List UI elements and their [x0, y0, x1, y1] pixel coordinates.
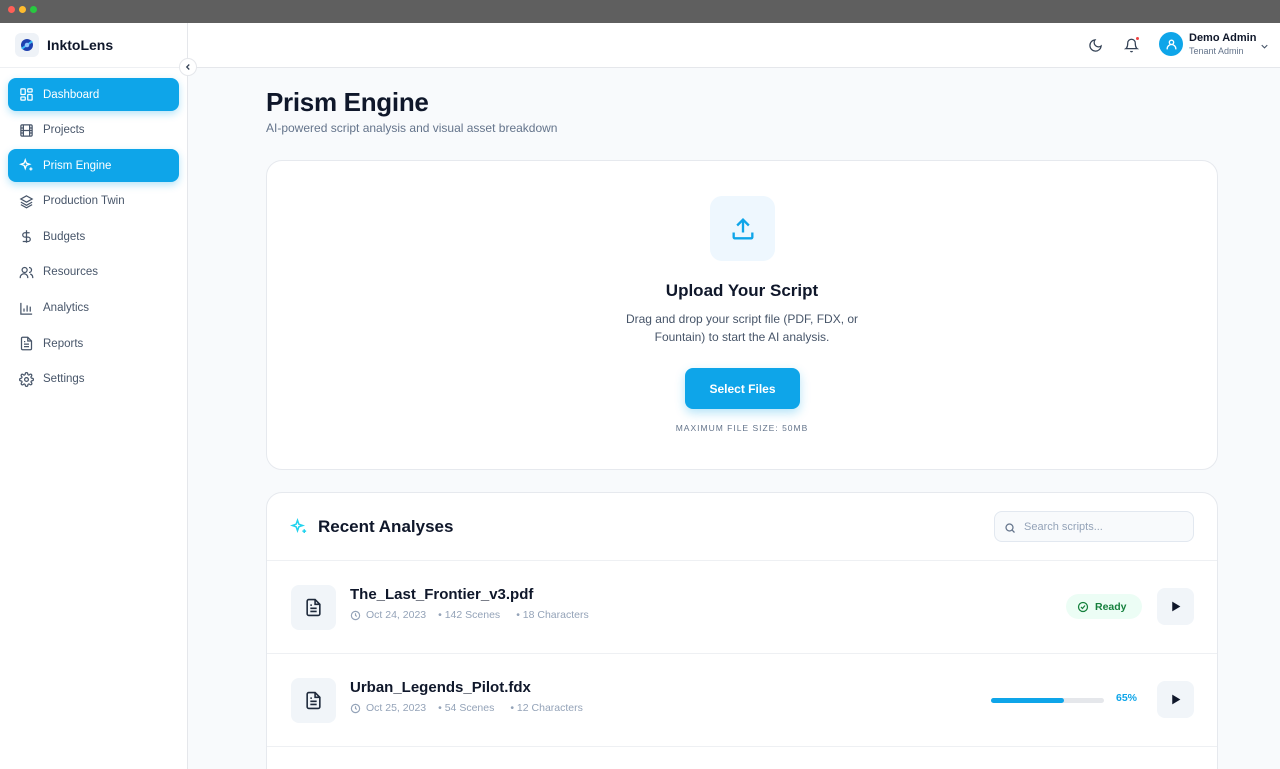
sparkles-icon: [19, 158, 33, 171]
window-minimize-button[interactable]: [19, 6, 26, 13]
sidebar-item-budgets[interactable]: Budgets: [8, 220, 179, 253]
sidebar-collapse-button[interactable]: [179, 58, 197, 76]
analysis-row[interactable]: Urban_Legends_Pilot.fdx Oct 25, 2023 • 5…: [267, 654, 1217, 747]
dollar-icon: [22, 230, 31, 244]
sidebar-item-label: Production Twin: [43, 195, 125, 208]
top-bar: Demo Admin Tenant Admin: [188, 23, 1280, 68]
document-icon: [20, 336, 33, 351]
bar-chart-icon: [20, 302, 33, 315]
upload-dropzone[interactable]: Upload Your Script Drag and drop your sc…: [266, 160, 1218, 470]
sidebar-item-projects[interactable]: Projects: [8, 114, 179, 147]
layers-icon: [19, 194, 34, 209]
character-count: • 18 Characters: [516, 609, 589, 621]
file-icon: [291, 678, 336, 723]
play-button[interactable]: [1157, 588, 1194, 625]
page-title: Prism Engine: [266, 87, 429, 117]
sidebar: InktoLens Dashboard Projects Prism Engin…: [0, 23, 188, 769]
file-date: Oct 25, 2023: [366, 702, 427, 714]
scene-count: • 54 Scenes: [438, 702, 495, 714]
chevron-down-icon: [1261, 44, 1268, 49]
recent-analyses-panel: Recent Analyses The_Last_Frontier_v3.pdf…: [266, 492, 1218, 769]
brand[interactable]: InktoLens: [0, 23, 187, 68]
sidebar-item-resources[interactable]: Resources: [8, 256, 179, 289]
recent-analyses-header: Recent Analyses: [267, 493, 1217, 561]
user-name[interactable]: Demo Admin: [1189, 32, 1256, 44]
users-icon: [19, 266, 34, 279]
page-subtitle: AI-powered script analysis and visual as…: [266, 121, 558, 135]
play-icon: [1172, 694, 1181, 705]
sparkles-icon: [289, 517, 308, 541]
sidebar-nav: Dashboard Projects Prism Engine Producti…: [8, 78, 179, 398]
scene-count: • 142 Scenes: [438, 609, 501, 621]
sidebar-item-analytics[interactable]: Analytics: [8, 292, 179, 325]
progress-bar-fill: [991, 698, 1065, 703]
file-meta: Oct 24, 2023 • 142 Scenes • 18 Character…: [350, 609, 593, 621]
sidebar-item-prism-engine[interactable]: Prism Engine: [8, 149, 179, 183]
sidebar-item-label: Dashboard: [43, 88, 100, 101]
search-box: [994, 511, 1194, 542]
file-icon: [291, 585, 336, 630]
gear-icon: [19, 371, 34, 387]
sidebar-item-label: Resources: [43, 266, 98, 279]
play-icon: [1172, 601, 1181, 612]
sidebar-item-label: Budgets: [43, 230, 86, 243]
window-maximize-button[interactable]: [30, 6, 37, 13]
user-menu-chevron[interactable]: [1259, 39, 1270, 57]
analysis-row[interactable]: The_Last_Frontier_v3.pdf Oct 24, 2023 • …: [267, 561, 1217, 654]
sidebar-item-label: Analytics: [43, 302, 90, 315]
sidebar-item-label: Reports: [43, 337, 84, 350]
theme-toggle-button[interactable]: [1086, 36, 1104, 54]
max-file-size-note: MAXIMUM FILE SIZE: 50MB: [675, 423, 809, 433]
moon-icon: [1088, 38, 1102, 52]
clock-icon: [350, 703, 361, 713]
progress-bar: [991, 698, 1104, 703]
check-circle-icon: [1077, 601, 1089, 612]
window-titlebar: [0, 0, 1280, 23]
file-name[interactable]: The_Last_Frontier_v3.pdf: [350, 586, 533, 603]
clock-icon: [350, 610, 361, 620]
file-name[interactable]: Urban_Legends_Pilot.fdx: [350, 679, 531, 696]
user-role: Tenant Admin: [1189, 46, 1244, 56]
sidebar-item-production-twin[interactable]: Production Twin: [8, 185, 179, 218]
chevron-left-icon: [185, 64, 190, 70]
user-icon: [1165, 38, 1177, 49]
brand-name: InktoLens: [47, 37, 114, 53]
character-count: • 12 Characters: [510, 702, 583, 714]
grid-icon: [20, 88, 33, 101]
status-label: Ready: [1095, 600, 1127, 613]
select-files-button[interactable]: Select Files: [685, 368, 800, 409]
upload-title: Upload Your Script: [665, 281, 819, 300]
main-content: Prism Engine AI-powered script analysis …: [188, 68, 1280, 769]
upload-icon: [710, 196, 775, 261]
sidebar-item-label: Settings: [43, 373, 85, 386]
status-badge: Ready: [1066, 594, 1142, 619]
search-input[interactable]: [1024, 512, 1184, 541]
lens-logo-icon: [15, 33, 39, 57]
search-icon: [1004, 521, 1016, 539]
play-button[interactable]: [1157, 681, 1194, 718]
upload-description: Drag and drop your script file (PDF, FDX…: [625, 312, 859, 344]
sidebar-item-label: Prism Engine: [43, 159, 112, 172]
sidebar-item-dashboard[interactable]: Dashboard: [8, 78, 179, 111]
avatar[interactable]: [1159, 32, 1183, 56]
sidebar-item-settings[interactable]: Settings: [8, 363, 179, 396]
file-date: Oct 24, 2023: [366, 609, 427, 621]
file-meta: Oct 25, 2023 • 54 Scenes • 12 Characters: [350, 702, 587, 714]
sidebar-item-reports[interactable]: Reports: [8, 327, 179, 360]
film-icon: [20, 123, 33, 137]
recent-analyses-title: Recent Analyses: [318, 517, 454, 536]
window-close-button[interactable]: [8, 6, 15, 13]
notification-badge: [1135, 36, 1140, 41]
notifications-button[interactable]: [1122, 36, 1140, 54]
sidebar-item-label: Projects: [43, 124, 85, 137]
progress-label: 65%: [1116, 692, 1138, 704]
